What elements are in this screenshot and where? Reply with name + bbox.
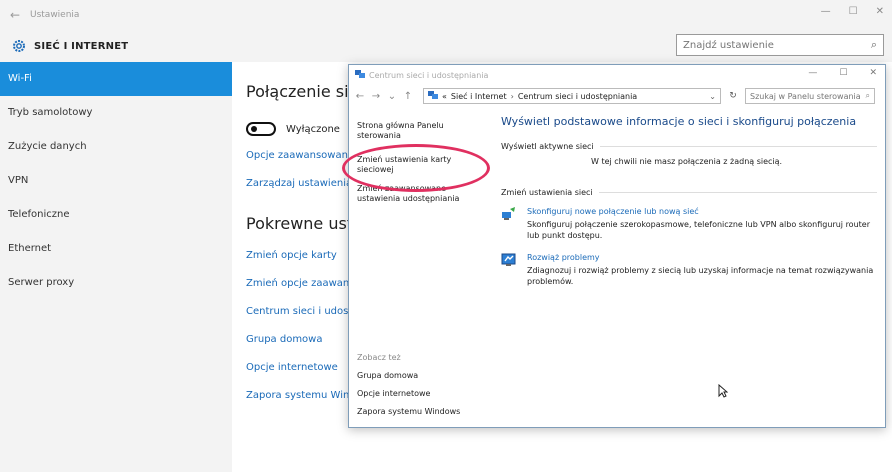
cp-titlebar: Centrum sieci i udostępniania — ☐ ✕ xyxy=(349,65,885,85)
maximize-button[interactable]: ☐ xyxy=(849,6,858,17)
sidebar-item-wifi[interactable]: Wi-Fi xyxy=(0,62,232,96)
cp-home-link[interactable]: Strona główna Panelu sterowania xyxy=(357,121,487,141)
minimize-button[interactable]: — xyxy=(821,6,831,17)
see-also-firewall[interactable]: Zapora systemu Windows xyxy=(357,407,460,416)
search-input[interactable] xyxy=(683,39,871,51)
new-connection-desc: Skonfiguruj połączenie szerokopasmowe, t… xyxy=(527,220,870,240)
address-network-icon xyxy=(428,90,438,102)
sidebar-item-data-usage[interactable]: Zużycie danych xyxy=(0,130,232,164)
search-icon[interactable]: ⌕ xyxy=(871,38,877,52)
related-link-network-center[interactable]: Centrum sieci i udostę xyxy=(246,306,358,317)
cp-title: Centrum sieci i udostępniania xyxy=(369,70,489,80)
cp-minimize-button[interactable]: — xyxy=(808,68,817,78)
settings-titlebar: ← Ustawienia — ☐ ✕ xyxy=(0,0,892,30)
advanced-options-link[interactable]: Opcje zaawansowane xyxy=(246,150,354,161)
related-heading: Pokrewne usta xyxy=(246,214,363,233)
cp-main-heading: Wyświetl podstawowe informacje o sieci i… xyxy=(501,115,857,128)
sidebar-item-airplane-mode[interactable]: Tryb samolotowy xyxy=(0,96,232,130)
cp-navbar: ← → ⌄ ↑ « Sieć i Internet › Centrum siec… xyxy=(349,85,885,107)
gear-icon xyxy=(4,36,34,56)
mouse-cursor-icon xyxy=(718,383,729,401)
change-settings-title: Zmień ustawienia sieci xyxy=(501,188,593,197)
section-divider xyxy=(599,146,877,147)
cp-search-input[interactable] xyxy=(750,91,866,101)
wifi-toggle[interactable] xyxy=(246,122,276,136)
breadcrumb-network-center[interactable]: Centrum sieci i udostępniania xyxy=(518,92,637,101)
app-title: Ustawienia xyxy=(30,10,80,20)
manage-settings-link[interactable]: Zarządzaj ustawieniami xyxy=(246,178,365,189)
breadcrumb-network-internet[interactable]: Sieć i Internet xyxy=(451,92,507,101)
cp-window-controls: — ☐ ✕ xyxy=(808,68,877,78)
related-link-internet-options[interactable]: Opcje internetowe xyxy=(246,362,338,373)
sidebar-item-dialup[interactable]: Telefoniczne xyxy=(0,198,232,232)
cp-search-box[interactable]: ⌕ xyxy=(745,88,875,104)
page-title: SIEĆ I INTERNET xyxy=(34,40,129,52)
troubleshoot-icon xyxy=(501,253,517,267)
window-controls: — ☐ ✕ xyxy=(821,6,884,17)
history-dropdown-icon[interactable]: ⌄ xyxy=(387,91,397,102)
see-also-internet-options[interactable]: Opcje internetowe xyxy=(357,389,430,398)
related-link-adapter[interactable]: Zmień opcje karty xyxy=(246,250,337,261)
control-panel-window: Centrum sieci i udostępniania — ☐ ✕ ← → … xyxy=(348,64,886,428)
cp-close-button[interactable]: ✕ xyxy=(869,68,877,78)
network-center-icon xyxy=(355,69,365,82)
new-connection-icon xyxy=(501,207,517,221)
settings-search[interactable]: ⌕ xyxy=(676,34,884,56)
change-settings-section: Zmień ustawienia sieci xyxy=(501,188,877,197)
troubleshoot-link[interactable]: Rozwiąż problemy xyxy=(527,253,877,262)
wifi-toggle-row: Wyłączone xyxy=(246,122,340,136)
no-connection-text: W tej chwili nie masz połączenia z żadną… xyxy=(591,157,783,166)
section-divider xyxy=(598,192,877,193)
sidebar-item-ethernet[interactable]: Ethernet xyxy=(0,232,232,266)
address-dropdown-icon[interactable]: ⌄ xyxy=(709,92,716,101)
cp-main: Wyświetl podstawowe informacje o sieci i… xyxy=(501,115,877,287)
related-link-advanced[interactable]: Zmień opcje zaawansc xyxy=(246,278,360,289)
active-networks-title: Wyświetl aktywne sieci xyxy=(501,142,594,151)
sidebar-item-vpn[interactable]: VPN xyxy=(0,164,232,198)
see-also-homegroup[interactable]: Grupa domowa xyxy=(357,371,418,380)
up-icon[interactable]: ↑ xyxy=(403,91,413,102)
address-overflow[interactable]: « xyxy=(442,92,447,101)
breadcrumb-separator: › xyxy=(510,91,514,101)
new-connection-link[interactable]: Skonfiguruj nowe połączenie lub nową sie… xyxy=(527,207,877,216)
active-networks-section: Wyświetl aktywne sieci xyxy=(501,142,877,151)
close-button[interactable]: ✕ xyxy=(876,6,884,17)
task-new-connection: Skonfiguruj nowe połączenie lub nową sie… xyxy=(501,207,877,241)
wifi-toggle-label: Wyłączone xyxy=(286,123,340,135)
see-also-title: Zobacz też xyxy=(357,353,401,362)
address-bar[interactable]: « Sieć i Internet › Centrum sieci i udos… xyxy=(423,88,721,104)
sidebar-item-proxy[interactable]: Serwer proxy xyxy=(0,266,232,300)
refresh-icon[interactable]: ↻ xyxy=(727,91,739,101)
task-troubleshoot: Rozwiąż problemy Zdiagnozuj i rozwiąż pr… xyxy=(501,253,877,287)
settings-header: SIEĆ I INTERNET ⌕ xyxy=(0,30,892,62)
highlight-ellipse xyxy=(342,144,490,192)
sidebar: Wi-Fi Tryb samolotowy Zużycie danych VPN… xyxy=(0,62,232,472)
cp-search-icon[interactable]: ⌕ xyxy=(866,91,870,101)
back-icon[interactable]: ← xyxy=(355,91,365,102)
troubleshoot-desc: Zdiagnozuj i rozwiąż problemy z siecią l… xyxy=(527,266,874,286)
related-link-homegroup[interactable]: Grupa domowa xyxy=(246,334,322,345)
cp-maximize-button[interactable]: ☐ xyxy=(839,68,847,78)
related-link-firewall[interactable]: Zapora systemu Wind xyxy=(246,390,356,401)
back-arrow-icon[interactable]: ← xyxy=(0,8,30,22)
forward-icon[interactable]: → xyxy=(371,91,381,102)
